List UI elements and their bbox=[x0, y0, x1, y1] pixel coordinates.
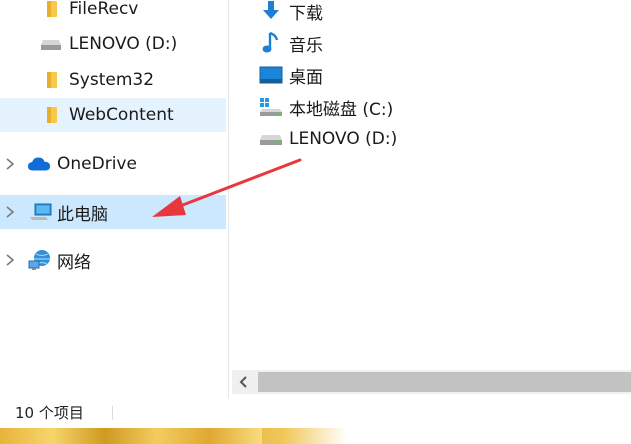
nav-label: 网络 bbox=[57, 252, 91, 273]
computer-icon bbox=[29, 200, 53, 224]
file-item-desktop[interactable]: 桌面 bbox=[259, 60, 323, 90]
file-item-local-disk-c[interactable]: 本地磁盘 (C:) bbox=[259, 92, 393, 122]
file-label: 音乐 bbox=[289, 35, 323, 56]
file-label: 下载 bbox=[289, 3, 323, 24]
nav-label: LENOVO (D:) bbox=[69, 34, 178, 54]
nav-label: WebContent bbox=[69, 105, 174, 125]
nav-label: System32 bbox=[69, 70, 155, 90]
nav-label: FileRecv bbox=[69, 0, 139, 19]
nav-item-network[interactable]: 网络 bbox=[0, 243, 226, 277]
cloud-icon bbox=[27, 152, 51, 176]
status-separator bbox=[112, 406, 113, 420]
wallpaper-art bbox=[0, 428, 262, 444]
nav-item-onedrive[interactable]: OneDrive bbox=[0, 147, 226, 181]
chevron-right-icon[interactable] bbox=[4, 157, 16, 171]
music-note-icon bbox=[259, 31, 283, 55]
windows-drive-icon bbox=[259, 95, 283, 119]
network-icon bbox=[28, 248, 52, 272]
scroll-left-button[interactable] bbox=[232, 370, 256, 394]
desktop-icon bbox=[259, 63, 283, 87]
item-count: 10 个项目 bbox=[15, 404, 84, 422]
navigation-pane: FileRecv LENOVO (D:) System32 WebContent… bbox=[0, 0, 228, 398]
nav-item-system32[interactable]: System32 bbox=[0, 63, 226, 97]
content-pane: 下载 音乐 桌面 本地磁盘 (C:) LENOVO (D:) bbox=[229, 0, 631, 398]
file-label: 桌面 bbox=[289, 67, 323, 88]
drive-icon bbox=[39, 32, 63, 56]
nav-label: 此电脑 bbox=[57, 204, 108, 225]
nav-item-lenovo-d[interactable]: LENOVO (D:) bbox=[0, 27, 226, 61]
file-item-music[interactable]: 音乐 bbox=[259, 28, 323, 58]
download-arrow-icon bbox=[259, 0, 283, 23]
file-item-lenovo-d[interactable]: LENOVO (D:) bbox=[259, 124, 397, 154]
chevron-right-icon[interactable] bbox=[4, 253, 16, 267]
horizontal-scrollbar[interactable] bbox=[232, 370, 631, 394]
file-item-downloads[interactable]: 下载 bbox=[259, 0, 323, 26]
nav-item-filerecv[interactable]: FileRecv bbox=[0, 0, 226, 26]
nav-label: OneDrive bbox=[57, 154, 137, 174]
chevron-left-icon bbox=[239, 376, 247, 388]
folder-icon bbox=[40, 68, 64, 92]
folder-icon bbox=[40, 103, 64, 127]
folder-icon bbox=[40, 0, 64, 21]
nav-item-webcontent[interactable]: WebContent bbox=[0, 98, 226, 132]
file-label: 本地磁盘 (C:) bbox=[289, 99, 394, 120]
drive-icon bbox=[259, 127, 283, 151]
desktop-background bbox=[0, 428, 631, 444]
scroll-thumb[interactable] bbox=[258, 372, 631, 392]
nav-item-this-pc[interactable]: 此电脑 bbox=[0, 195, 226, 229]
status-bar: 10 个项目 bbox=[0, 398, 631, 428]
chevron-right-icon[interactable] bbox=[4, 205, 16, 219]
file-label: LENOVO (D:) bbox=[289, 129, 398, 149]
